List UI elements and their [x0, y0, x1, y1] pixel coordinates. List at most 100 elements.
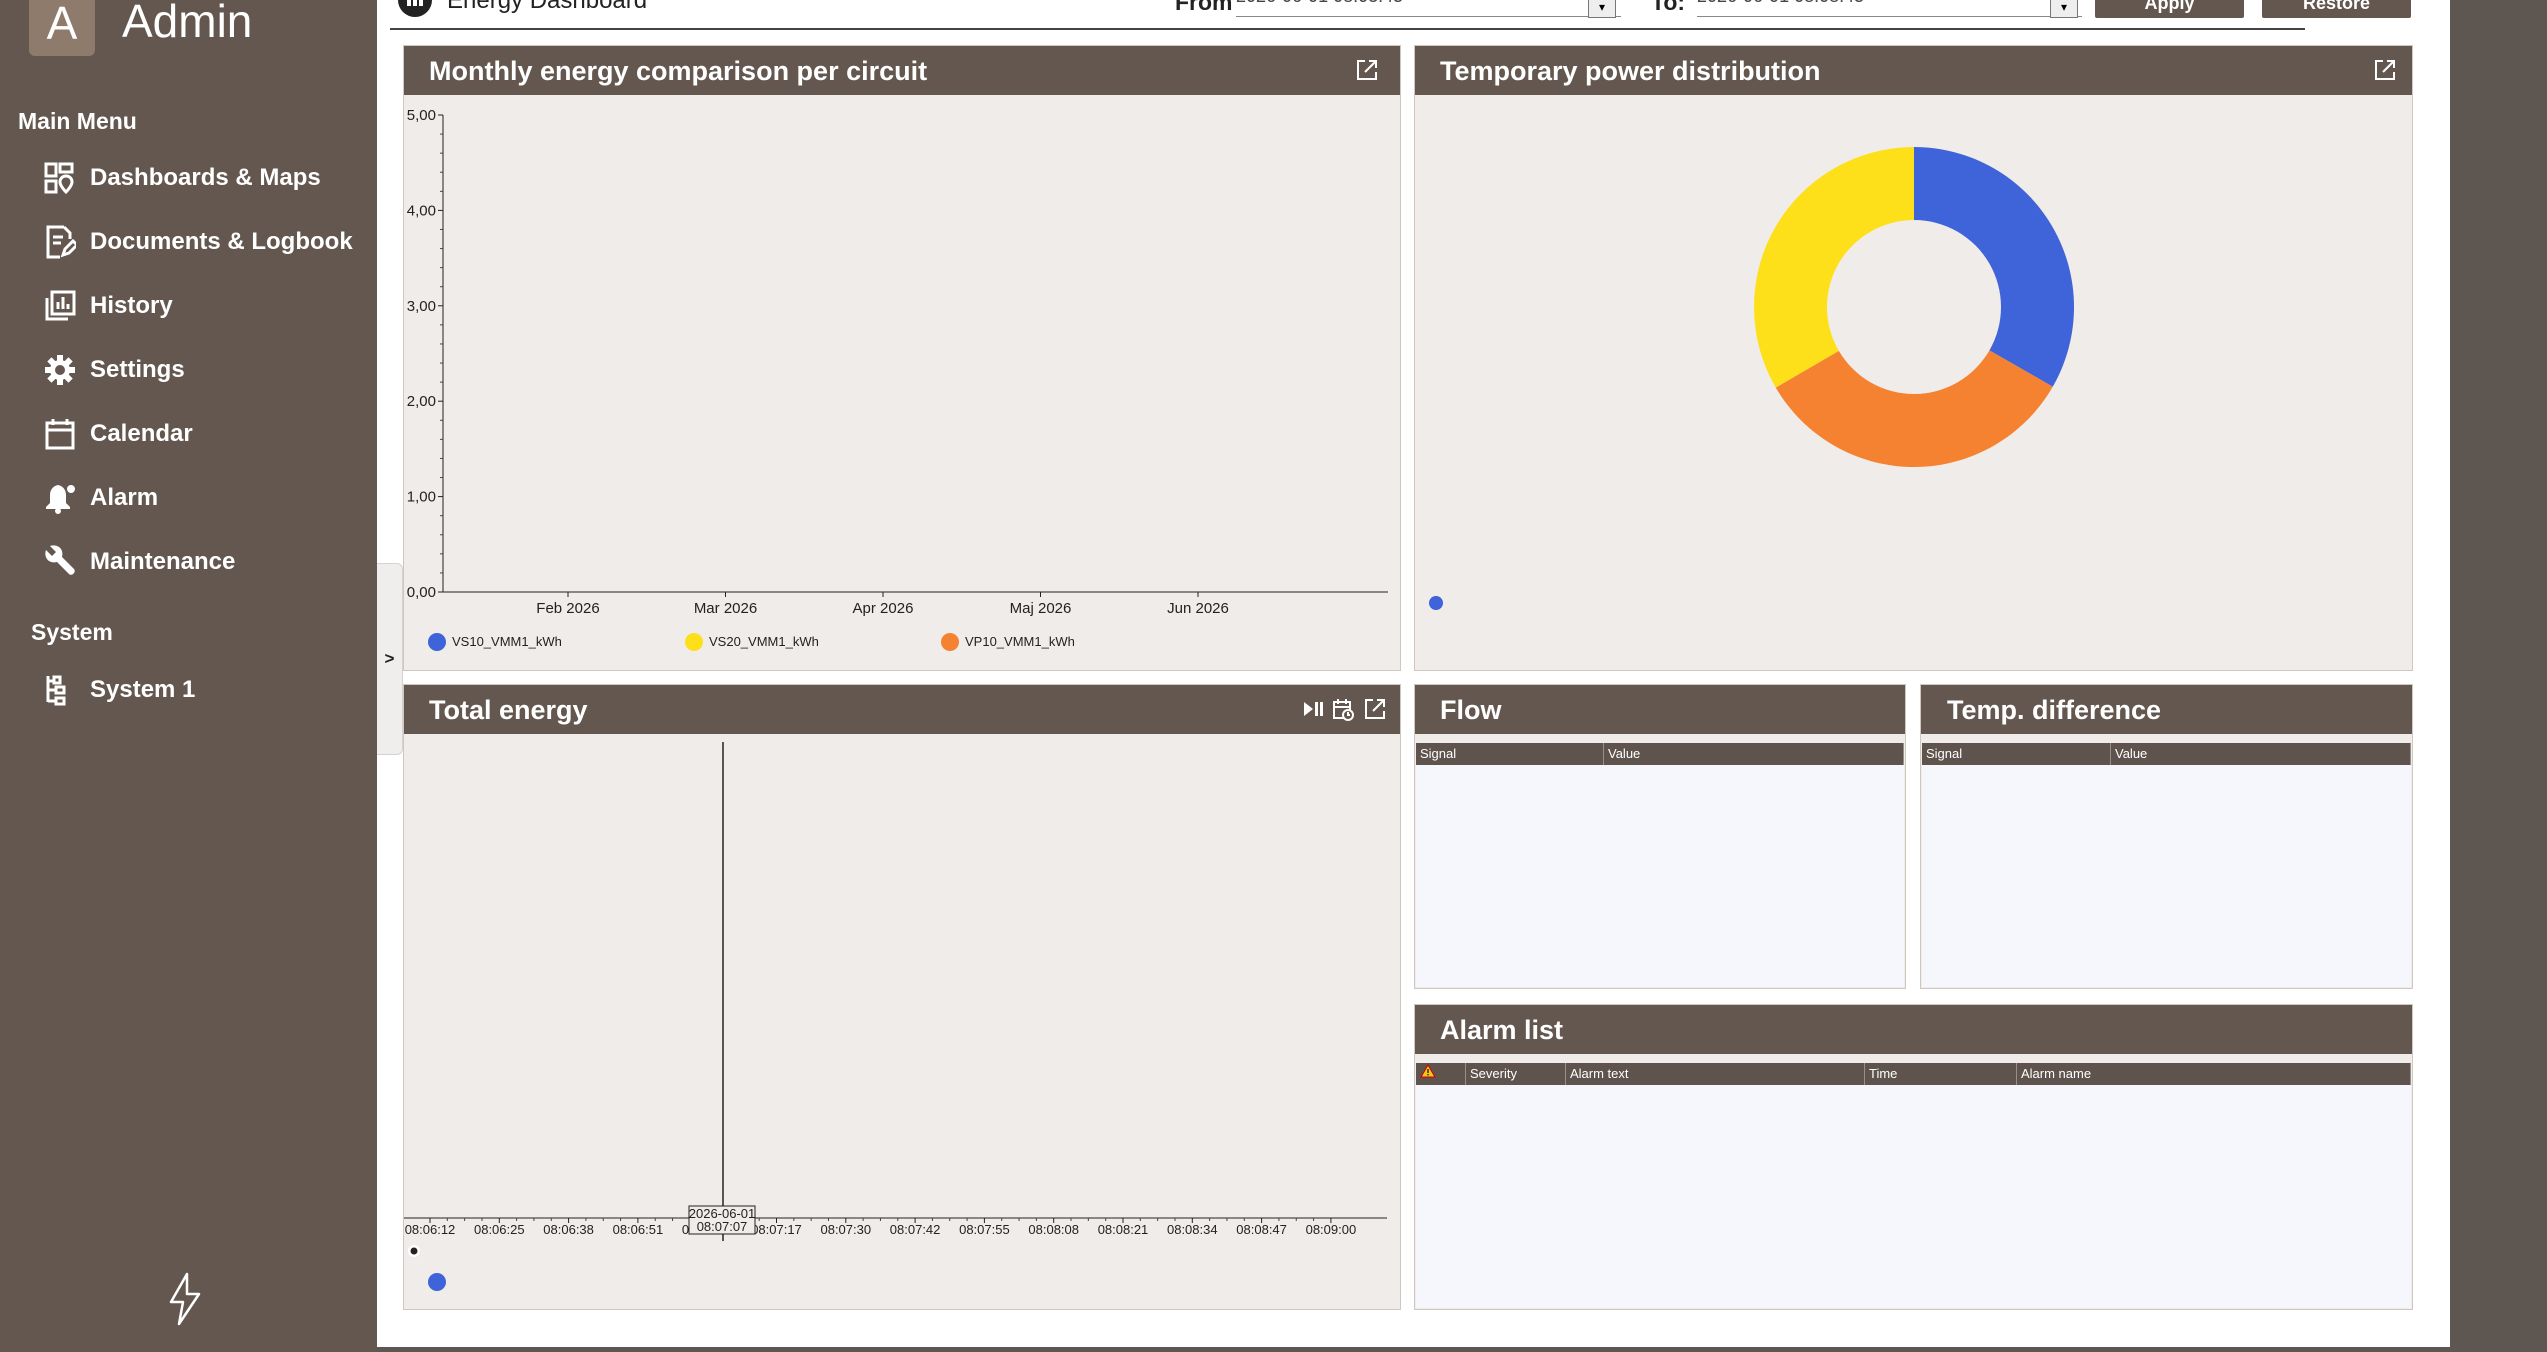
- alarm-list-panel: Alarm list Severity Alarm text Time Alar…: [1414, 1004, 2413, 1310]
- dashboard-icon: [396, 0, 434, 23]
- flow-panel: Flow Signal Value: [1414, 684, 1906, 989]
- zoom-reset-dot: [410, 1247, 418, 1255]
- x-tick-label: 08:07:30: [820, 1222, 871, 1237]
- x-tick-label: 08:08:21: [1098, 1222, 1149, 1237]
- sidebar-item-settings[interactable]: Settings: [30, 345, 370, 395]
- panel-title: Alarm list: [1440, 1015, 1564, 1045]
- sidebar-item-system-1[interactable]: System 1: [30, 665, 370, 715]
- y-tick-label: 4,00: [407, 202, 436, 219]
- sidebar-item-label: System 1: [90, 676, 196, 703]
- sidebar-item-alarm[interactable]: Alarm: [30, 473, 370, 523]
- sidebar-item-label: Maintenance: [90, 548, 236, 575]
- topbar-divider: [390, 28, 2305, 30]
- gear-icon: [30, 350, 90, 390]
- x-tick-label: Maj 2026: [1010, 600, 1072, 617]
- legend-marker: [941, 633, 959, 651]
- cursor-time-label: 08:07:07: [697, 1219, 748, 1234]
- user-name[interactable]: Admin: [122, 0, 252, 48]
- legend-dot: [428, 1273, 446, 1291]
- sidebar-collapse-toggle[interactable]: >: [377, 563, 403, 755]
- main-menu-title: Main Menu: [18, 108, 137, 134]
- legend-label: VP10_VMM1_kWh: [965, 634, 1075, 649]
- x-tick-label: 08:06:25: [474, 1222, 525, 1237]
- sidebar-item-documents-logbook[interactable]: Documents & Logbook: [30, 217, 370, 267]
- column-header[interactable]: Signal: [1416, 743, 1604, 765]
- sidebar-item-label: Dashboards & Maps: [90, 164, 321, 191]
- legend-label: VS10_VMM1_kWh: [452, 634, 562, 649]
- y-tick-label: 3,00: [407, 298, 436, 315]
- calendar-icon: [30, 414, 90, 454]
- temp-difference-panel: Temp. difference Signal Value: [1920, 684, 2413, 989]
- x-tick-label: Feb 2026: [536, 600, 599, 617]
- document-edit-icon: [30, 222, 90, 262]
- monthly-line-chart: 0,00 1,00 2,00 3,00 4,00 5,00 Feb 2026 Mar 2026…: [407, 107, 1388, 651]
- sidebar: A Admin Main Menu Dashboards & Maps Docu…: [0, 0, 377, 1352]
- sidebar-item-history[interactable]: History: [30, 281, 370, 331]
- x-tick-label: 08:06:12: [405, 1222, 456, 1237]
- sidebar-item-maintenance[interactable]: Maintenance: [30, 537, 370, 587]
- dashboard-map-icon: [30, 158, 90, 198]
- alarm-table-header: Severity Alarm text Time Alarm name: [1416, 1063, 2411, 1085]
- sidebar-item-label: Settings: [90, 356, 185, 383]
- x-tick-label: 08:07:17: [751, 1222, 802, 1237]
- x-tick-label: 08:08:47: [1236, 1222, 1287, 1237]
- column-header[interactable]: Alarm text: [1566, 1063, 1865, 1085]
- donut-slice: [1775, 350, 2053, 467]
- x-tick-label: Jun 2026: [1167, 600, 1229, 617]
- window-scroll-strip: [2450, 0, 2547, 1352]
- sidebar-item-label: History: [90, 292, 173, 319]
- from-dropdown-button[interactable]: ▾: [1588, 0, 1616, 18]
- to-dropdown-button[interactable]: ▾: [2050, 0, 2078, 18]
- legend-label: VS20_VMM1_kWh: [709, 634, 819, 649]
- sidebar-item-label: Calendar: [90, 420, 193, 447]
- power-donut-chart: [1429, 147, 2074, 610]
- from-date-input[interactable]: 2026-06-01 08:03:45: [1236, 0, 1621, 17]
- x-tick-label: 08:09:00: [1306, 1222, 1357, 1237]
- y-tick-label: 2,00: [407, 393, 436, 410]
- tree-icon: [30, 670, 90, 710]
- bottom-border: [377, 1347, 2450, 1352]
- x-tick-label: 08:06:51: [613, 1222, 664, 1237]
- legend-marker: [428, 633, 446, 651]
- column-header[interactable]: Value: [2111, 743, 2411, 765]
- sidebar-item-label: Alarm: [90, 484, 159, 511]
- column-header[interactable]: Alarm name: [2017, 1063, 2411, 1085]
- avatar[interactable]: A: [29, 0, 95, 56]
- column-header[interactable]: Signal: [1922, 743, 2111, 765]
- warning-icon: [1420, 1063, 1436, 1085]
- column-header[interactable]: Time: [1865, 1063, 2017, 1085]
- apply-button[interactable]: Apply: [2095, 0, 2244, 18]
- tempdiff-table-body: [1922, 765, 2411, 987]
- sidebar-item-dashboards-maps[interactable]: Dashboards & Maps: [30, 153, 370, 203]
- panel-title: Temp. difference: [1947, 695, 2162, 725]
- flow-table-body: [1416, 765, 1904, 987]
- chevron-down-icon: ▾: [1598, 0, 1606, 14]
- column-header[interactable]: Value: [1604, 743, 1904, 765]
- wrench-icon: [30, 542, 90, 582]
- panel-header: Alarm list: [1415, 1005, 2412, 1054]
- tempdiff-table-header: Signal Value: [1922, 743, 2411, 765]
- panel-header: Flow: [1415, 685, 1905, 734]
- y-tick-label: 0,00: [407, 584, 436, 601]
- flow-table-header: Signal Value: [1416, 743, 1904, 765]
- restore-button[interactable]: Restore: [2262, 0, 2411, 18]
- x-tick-label: Apr 2026: [853, 600, 914, 617]
- x-tick-label: Mar 2026: [694, 600, 757, 617]
- alarm-table-body: [1416, 1085, 2411, 1308]
- legend-dot: [1429, 596, 1443, 610]
- column-header-severity-icon[interactable]: [1416, 1063, 1466, 1085]
- total-energy-panel: Total energy 08:06:12 08:06:25 08:06:38 08:…: [403, 684, 1401, 1310]
- monthly-energy-panel: Monthly energy comparison per circuit 0,…: [403, 45, 1401, 671]
- to-date-input[interactable]: 2026-06-01 08:08:45: [1697, 0, 2082, 17]
- system-title: System: [31, 619, 113, 645]
- column-header[interactable]: Severity: [1466, 1063, 1566, 1085]
- x-tick-label: 08:08:34: [1167, 1222, 1218, 1237]
- total-energy-chart: 08:06:1208:06:2508:06:3808:06:5108:07:04…: [404, 742, 1387, 1291]
- sidebar-item-calendar[interactable]: Calendar: [30, 409, 370, 459]
- x-tick-label: 08:08:08: [1028, 1222, 1079, 1237]
- chevron-down-icon: ▾: [2060, 0, 2068, 14]
- y-tick-label: 1,00: [407, 489, 436, 506]
- to-label: To:: [1651, 0, 1686, 15]
- x-tick-label: 08:07:42: [890, 1222, 941, 1237]
- legend-marker: [685, 633, 703, 651]
